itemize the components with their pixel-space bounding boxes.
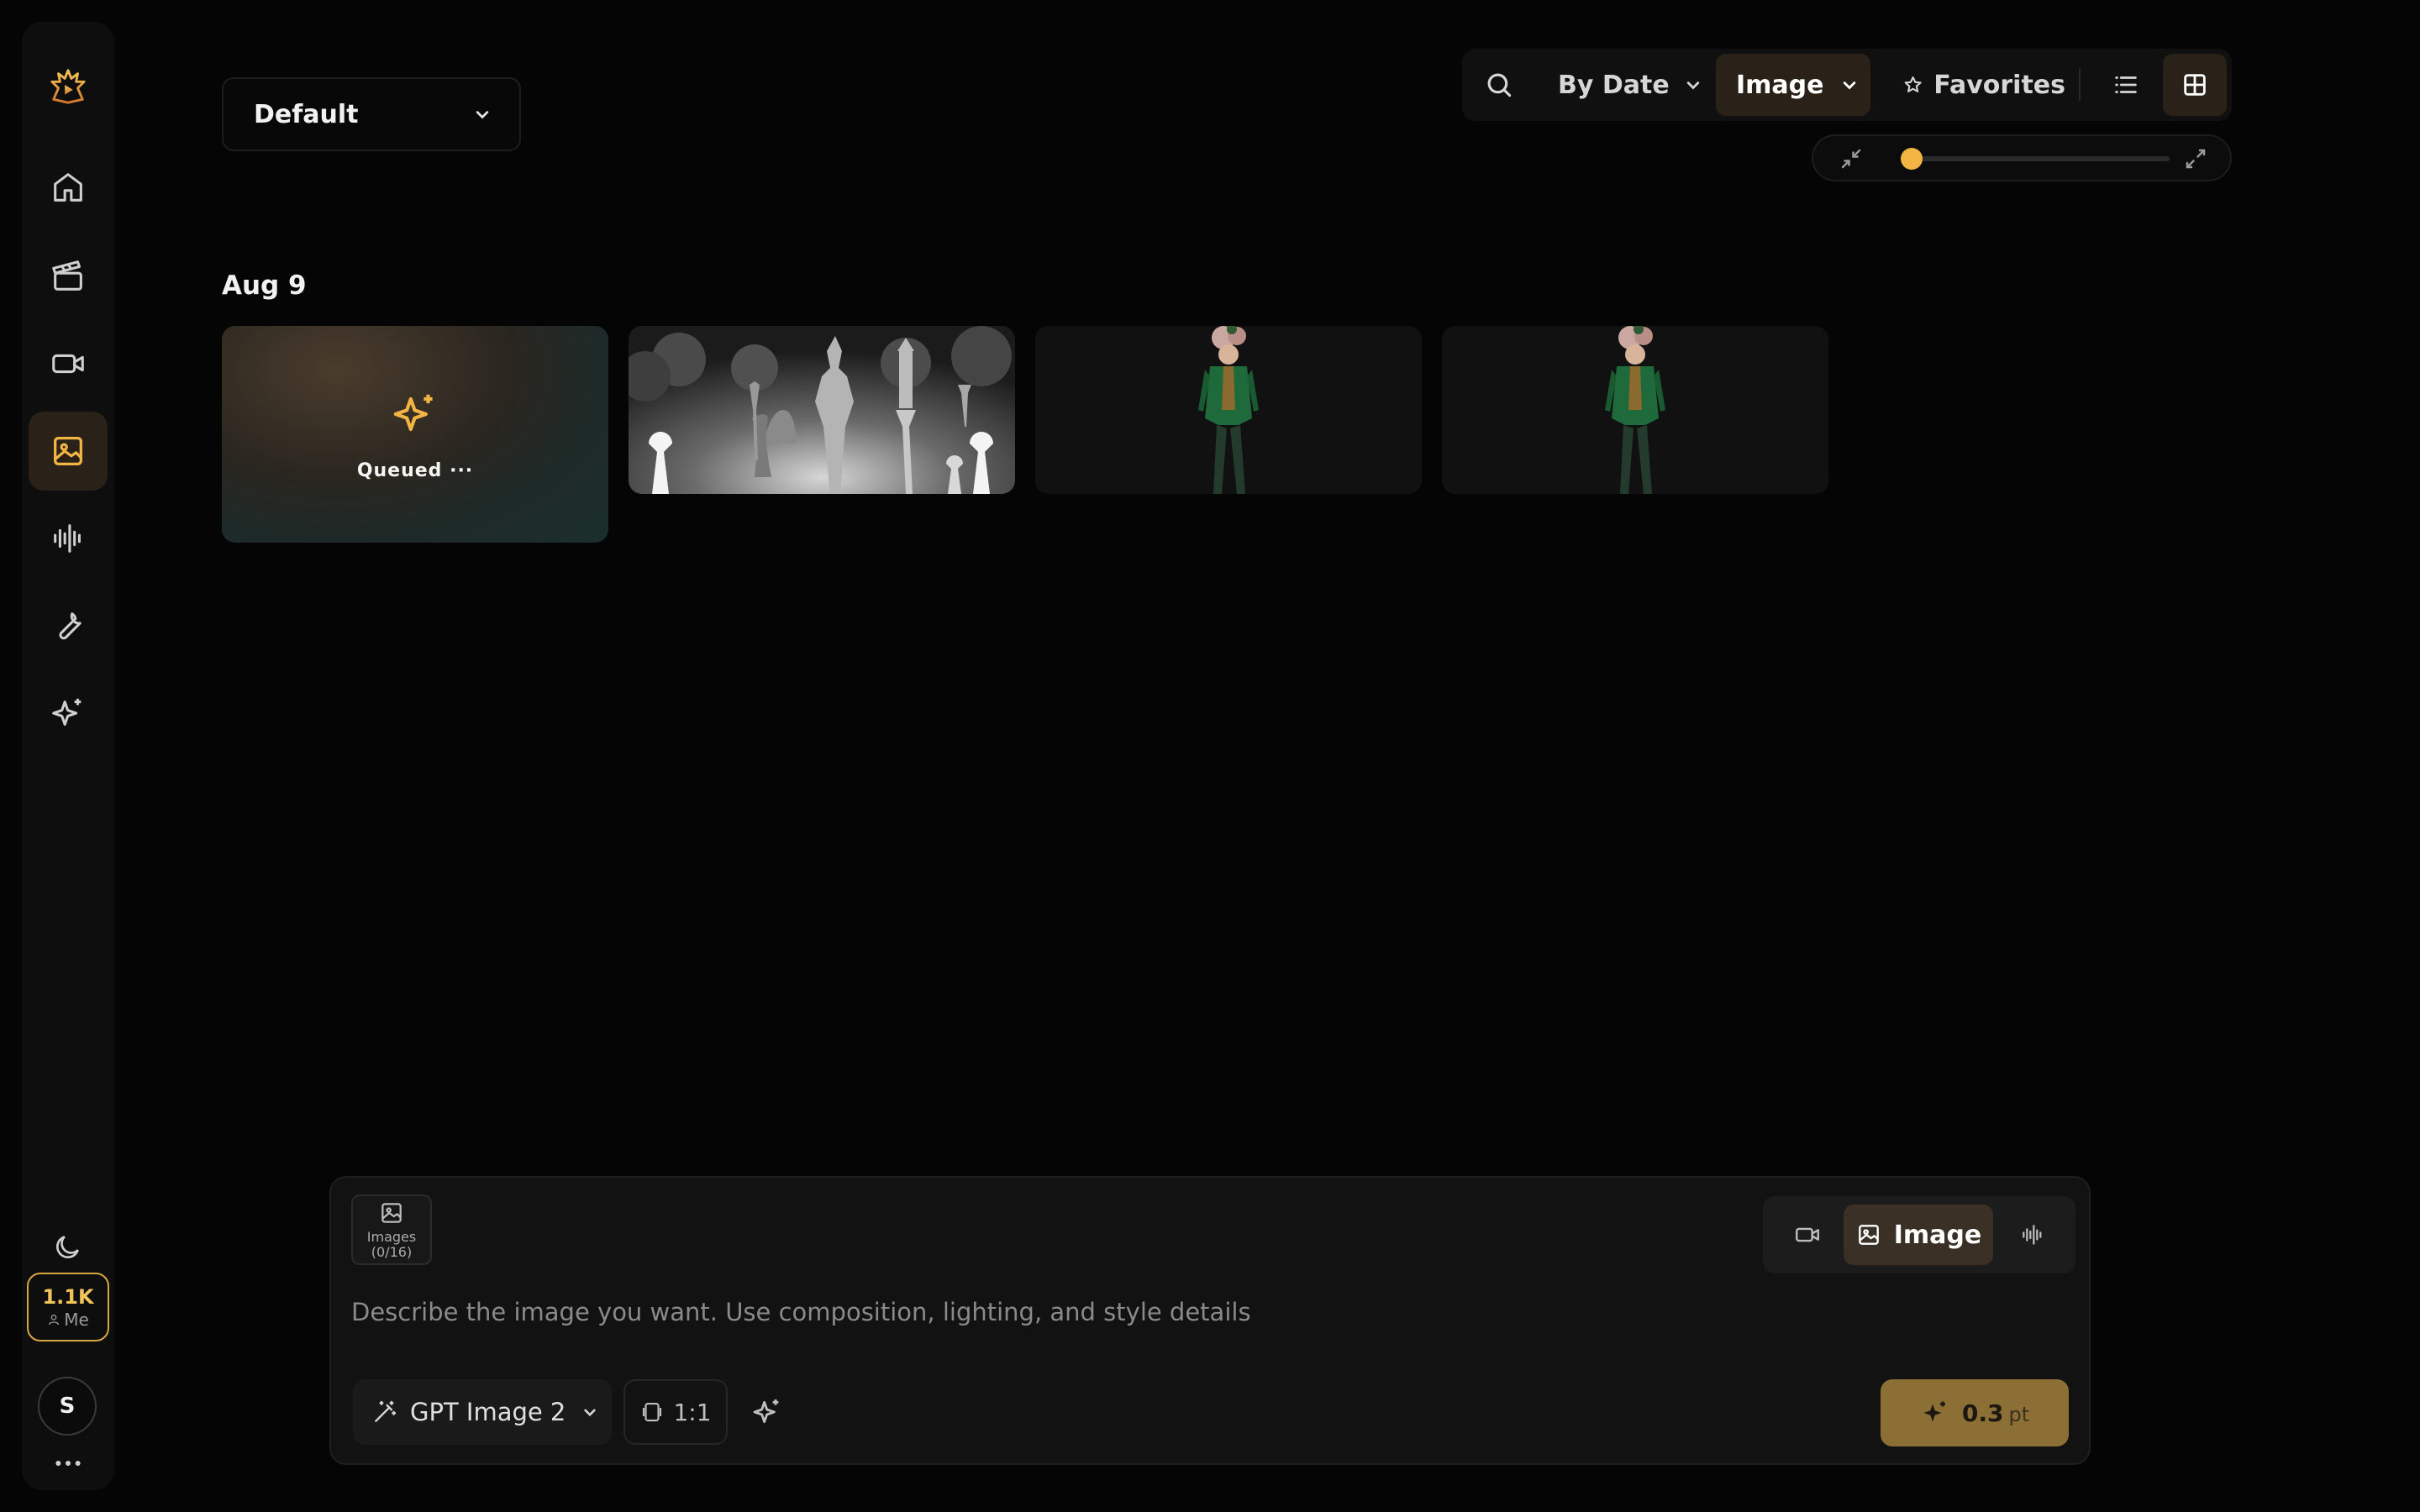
favorites-filter[interactable]: Favorites [1889,54,2065,116]
sparkles-icon [393,394,433,431]
search-button[interactable] [1470,54,1528,116]
sidebar-item-tools[interactable] [29,586,108,665]
sidebar-item-image[interactable] [29,412,108,491]
prompt-input[interactable] [351,1294,2065,1331]
video-icon [52,354,84,374]
mode-image-label: Image [1893,1220,1982,1250]
sidebar: 1.1K Me S [22,22,114,1490]
sparkles-icon [753,1399,779,1424]
zoom-track[interactable] [1900,148,2170,170]
minimize-icon[interactable] [1839,146,1864,171]
maximize-icon[interactable] [2183,146,2208,171]
credits-badge[interactable]: 1.1K Me [27,1273,109,1341]
chevron-down-icon [476,111,489,119]
gallery-toolbar: By Date Image Favorites [1462,49,2232,121]
more-button[interactable] [29,1445,108,1482]
character-image [1035,326,1422,494]
character-image [1442,326,1828,494]
search-icon [1487,73,1512,97]
gallery-tile-queued[interactable]: Queued ··· [222,326,608,543]
audio-waveform-icon [2023,1225,2042,1245]
queue-status: Queued ··· [356,459,474,481]
theme-toggle[interactable] [29,1213,108,1280]
sidebar-item-audio[interactable] [29,499,108,578]
image-icon [381,1203,402,1223]
zoom-slider[interactable] [1812,134,2232,181]
model-select[interactable]: GPT Image 2 [353,1379,612,1445]
date-group-heading: Aug 9 [222,270,307,301]
aspect-ratio-label: 1:1 [673,1398,712,1426]
chevron-down-icon [584,1409,597,1417]
sidebar-item-home[interactable] [29,148,108,227]
image-icon [54,437,82,465]
cost-value: 0.3 [1961,1399,2004,1427]
mode-audio-button[interactable] [1996,1205,2069,1265]
list-icon [2115,76,2137,93]
type-filter-dropdown[interactable]: Image [1716,54,1870,116]
folder-select-value: Default [254,99,359,129]
folder-select[interactable]: Default [222,77,521,151]
gallery-tile-image[interactable] [629,326,1015,494]
toolbar-divider [2079,69,2081,101]
video-icon [1796,1227,1819,1242]
grid-view-button[interactable] [2163,54,2227,116]
wrench-icon [59,612,82,640]
aspect-ratio-button[interactable]: 1:1 [623,1379,728,1445]
favorites-label: Favorites [1933,70,2065,100]
sort-dropdown[interactable]: By Date [1543,54,1718,116]
audio-waveform-icon [54,524,81,553]
upload-count: (0/16) [371,1244,413,1260]
chevron-down-icon [1686,81,1699,90]
gallery-tile-image[interactable] [1035,326,1422,494]
sparkles-icon [52,698,82,726]
upload-label: Images [366,1229,417,1245]
aspect-ratio-icon [643,1402,662,1422]
type-filter-label: Image [1736,70,1824,100]
clapperboard-icon [52,260,82,291]
avatar[interactable]: S [38,1377,97,1436]
mode-image-button[interactable]: Image [1844,1205,1993,1265]
sidebar-item-magic[interactable] [29,674,108,753]
image-icon [1858,1225,1879,1245]
list-view-button[interactable] [2094,54,2158,116]
sidebar-item-video[interactable] [29,324,108,403]
credits-owner-label: Me [64,1310,89,1330]
logo-icon[interactable] [29,47,108,126]
star-icon [1904,76,1922,92]
home-icon [54,173,82,202]
image-upload-button[interactable]: Images (0/16) [351,1194,432,1265]
moon-icon [56,1236,79,1258]
model-label: GPT Image 2 [410,1398,566,1426]
zoom-handle[interactable] [1900,148,1923,170]
mode-video-button[interactable] [1771,1205,1844,1265]
more-horizontal-icon [55,1461,81,1466]
magic-wand-icon [375,1400,397,1422]
generate-button[interactable]: 0.3 pt [1881,1379,2069,1446]
credits-amount: 1.1K [42,1285,94,1309]
prompt-composer: Images (0/16) Image GPT Image 2 1:1 0.3 [329,1176,2091,1465]
user-icon [49,1315,60,1326]
sidebar-item-storyboard[interactable] [29,237,108,316]
sort-label: By Date [1558,70,1670,100]
credits-owner: Me [47,1310,89,1330]
prompt-enhance-button[interactable] [746,1391,788,1433]
gallery-tile-image[interactable] [1442,326,1828,494]
mode-switcher: Image [1763,1196,2075,1273]
sparkles-icon [1923,1401,1945,1422]
grid-icon [2184,74,2206,96]
cost-unit: pt [2008,1403,2030,1426]
chevron-down-icon [1843,81,1855,90]
chess-depth-image [629,326,1015,494]
